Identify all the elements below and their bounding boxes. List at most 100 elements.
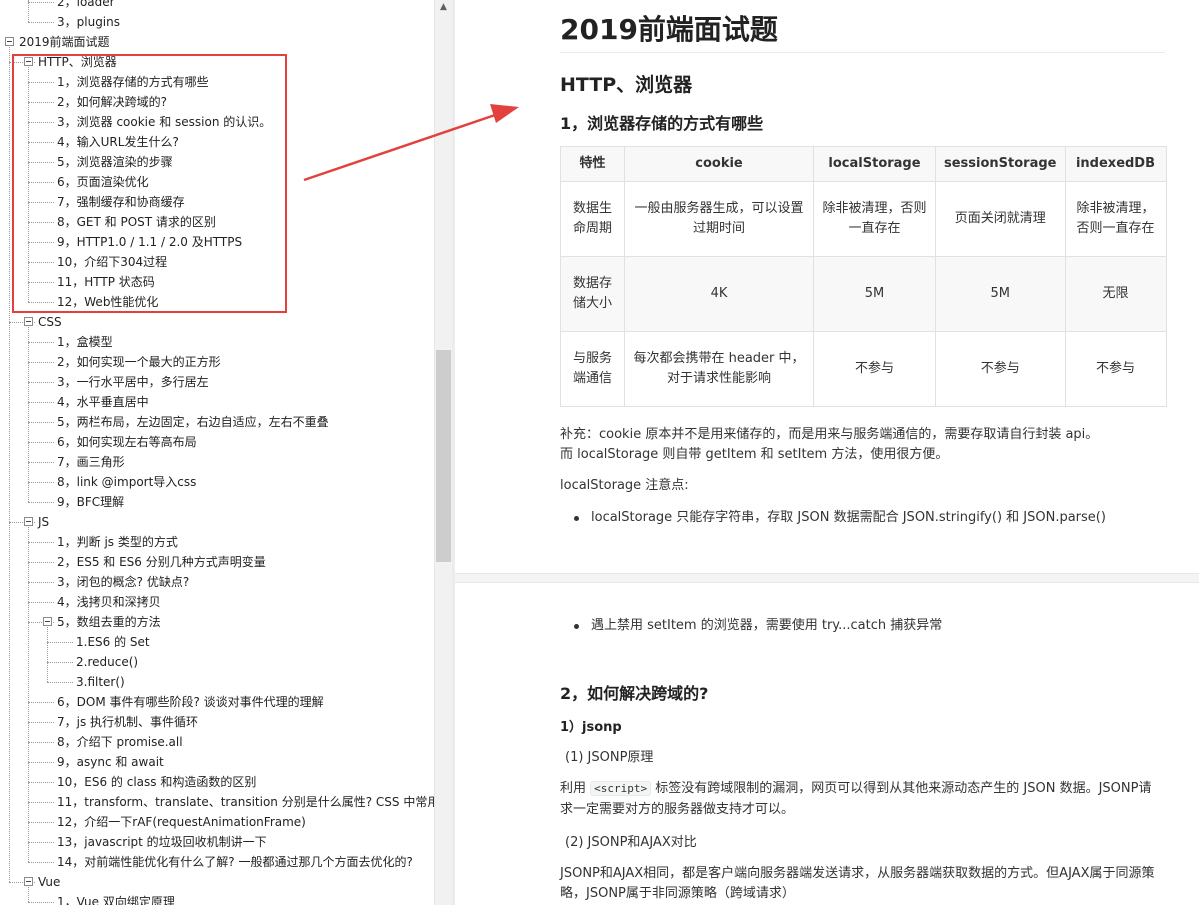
- outline-item[interactable]: 7，画三角形: [0, 452, 434, 472]
- page-break: [455, 573, 1199, 583]
- scrollbar-thumb[interactable]: [436, 350, 451, 562]
- outline-item[interactable]: 14，对前端性能优化有什么了解? 一般都通过那几个方面去优化的?: [0, 852, 434, 872]
- tree-connector: [28, 722, 54, 723]
- tree-connector: [28, 482, 54, 483]
- outline-item[interactable]: 3，plugins: [0, 12, 434, 32]
- outline-item[interactable]: 5，数组去重的方法: [0, 612, 434, 632]
- outline-item-label: 6，如何实现左右等高布局: [57, 435, 197, 449]
- collapse-toggle-icon[interactable]: [5, 37, 14, 46]
- outline-item-label: 4，水平垂直居中: [57, 395, 149, 409]
- outline-item[interactable]: 1，判断 js 类型的方式: [0, 532, 434, 552]
- tree-connector: [47, 642, 73, 643]
- table-header-cell: sessionStorage: [935, 146, 1066, 182]
- outline-item-label: 8，介绍下 promise.all: [57, 735, 183, 749]
- outline-item[interactable]: 5，两栏布局，左边固定，右边自适应，左右不重叠: [0, 412, 434, 432]
- outline-item[interactable]: 8，link @import导入css: [0, 472, 434, 492]
- tree-connector: [47, 662, 73, 663]
- tree-connector: [28, 822, 54, 823]
- outline-item-label: 9，async 和 await: [57, 755, 164, 769]
- list-item: 遇上禁用 setItem 的浏览器，需要使用 try...catch 捕获异常: [573, 616, 942, 636]
- outline-item-label: 1，盒模型: [57, 335, 113, 349]
- outline-item[interactable]: 2，loader: [0, 0, 434, 12]
- table-row: 数据存储大小 4K 5M 5M 无限: [560, 256, 1167, 332]
- table-header-cell: localStorage: [813, 146, 936, 182]
- outline-item[interactable]: 1，Vue 双向绑定原理: [0, 892, 434, 905]
- outline-item-label: 1，判断 js 类型的方式: [57, 535, 178, 549]
- outline-item-label: 1，Vue 双向绑定原理: [57, 895, 175, 905]
- outline-item[interactable]: 8，介绍下 promise.all: [0, 732, 434, 752]
- outline-item[interactable]: 7，js 执行机制、事件循环: [0, 712, 434, 732]
- table-row: 数据生命周期 一般由服务器生成，可以设置过期时间 除非被清理，否则一直存在 页面…: [560, 181, 1167, 257]
- outline-item[interactable]: 4，水平垂直居中: [0, 392, 434, 412]
- outline-item-label: 13，javascript 的垃圾回收机制讲一下: [57, 835, 267, 849]
- outline-item-label: 3.filter(): [76, 675, 125, 689]
- table-cell: 无限: [1064, 256, 1167, 332]
- outline-item-label: 1.ES6 的 Set: [76, 635, 150, 649]
- tree-connector: [28, 2, 54, 3]
- tree-connector: [28, 442, 54, 443]
- outline-item-label: 9，BFC理解: [57, 495, 125, 509]
- note-line-2: 而 localStorage 则自带 getItem 和 setItem 方法，…: [560, 447, 949, 462]
- outline-item[interactable]: 4，浅拷贝和深拷贝: [0, 592, 434, 612]
- outline-item[interactable]: 3.filter(): [0, 672, 434, 692]
- table-cell: 与服务端通信: [560, 331, 625, 407]
- list-item: localStorage 只能存字符串，存取 JSON 数据需配合 JSON.s…: [574, 508, 1106, 528]
- tree-connector: [28, 762, 54, 763]
- outline-item-label: 11，transform、translate、transition 分别是什么属…: [57, 795, 434, 809]
- outline-item-label: CSS: [38, 315, 62, 329]
- outline-item[interactable]: 2，ES5 和 ES6 分别几种方式声明变量: [0, 552, 434, 572]
- table-header-cell: 特性: [560, 146, 625, 182]
- outline-item-label: 12，介绍一下rAF(requestAnimationFrame): [57, 815, 306, 829]
- collapse-toggle-icon[interactable]: [24, 877, 33, 886]
- outline-item[interactable]: 2，如何实现一个最大的正方形: [0, 352, 434, 372]
- outline-item[interactable]: JS: [0, 512, 434, 532]
- outline-item[interactable]: 2019前端面试题: [0, 32, 434, 52]
- collapse-toggle-icon[interactable]: [24, 317, 33, 326]
- outline-item[interactable]: 1.ES6 的 Set: [0, 632, 434, 652]
- localstorage-note: localStorage 注意点:: [560, 478, 689, 493]
- outline-item-label: 2，loader: [57, 0, 115, 9]
- outline-item[interactable]: 10，ES6 的 class 和构造函数的区别: [0, 772, 434, 792]
- jsonp-principle-label: (1) JSONP原理: [565, 750, 654, 765]
- tree-connector: [28, 702, 54, 703]
- table-cell: 页面关闭就清理: [935, 181, 1066, 257]
- table-cell: 除非被清理，否则一直存在: [813, 181, 936, 257]
- outline-item[interactable]: CSS: [0, 312, 434, 332]
- tree-connector: [28, 602, 54, 603]
- outline-scrollbar[interactable]: ▲: [434, 0, 452, 905]
- outline-item[interactable]: Vue: [0, 872, 434, 892]
- paragraph: 略，JSONP属于非同源策略（跨域请求）: [560, 886, 795, 901]
- outline-item[interactable]: 3，一行水平居中，多行居左: [0, 372, 434, 392]
- outline-item-label: 10，ES6 的 class 和构造函数的区别: [57, 775, 257, 789]
- outline-item[interactable]: 6，DOM 事件有哪些阶段? 谈谈对事件代理的理解: [0, 692, 434, 712]
- outline-item[interactable]: 3，闭包的概念? 优缺点?: [0, 572, 434, 592]
- table-row: 与服务端通信 每次都会携带在 header 中，对于请求性能影响 不参与 不参与…: [560, 331, 1167, 407]
- note-line-1: 补充：cookie 原本并不是用来储存的，而是用来与服务端通信的，需要存取请自行…: [560, 427, 1099, 442]
- outline-item-label: 5，数组去重的方法: [57, 615, 161, 629]
- inline-code: <script>: [590, 781, 652, 796]
- doc-title: 2019前端面试题: [560, 13, 778, 46]
- outline-item[interactable]: 9，BFC理解: [0, 492, 434, 512]
- outline-item[interactable]: 2.reduce(): [0, 652, 434, 672]
- outline-item[interactable]: 6，如何实现左右等高布局: [0, 432, 434, 452]
- paragraph: JSONP和AJAX相同，都是客户端向服务器端发送请求，从服务器端获取数据的方式…: [560, 866, 1155, 881]
- outline-item[interactable]: 11，transform、translate、transition 分别是什么属…: [0, 792, 434, 812]
- q1-heading: 1，浏览器存储的方式有哪些: [560, 114, 764, 133]
- collapse-toggle-icon[interactable]: [24, 517, 33, 526]
- outline-item[interactable]: 9，async 和 await: [0, 752, 434, 772]
- outline-item[interactable]: 1，盒模型: [0, 332, 434, 352]
- table-cell: 4K: [624, 256, 814, 332]
- table-cell: 不参与: [1064, 331, 1167, 407]
- outline-item[interactable]: 13，javascript 的垃圾回收机制讲一下: [0, 832, 434, 852]
- outline-item[interactable]: 12，介绍一下rAF(requestAnimationFrame): [0, 812, 434, 832]
- tree-connector: [28, 842, 54, 843]
- outline-item-label: 2，如何实现一个最大的正方形: [57, 355, 221, 369]
- paragraph-text: 标签没有跨域限制的漏洞，网页可以得到从其他来源动态产生的 JSON 数据。JSO…: [655, 781, 1152, 796]
- collapse-toggle-icon[interactable]: [43, 617, 52, 626]
- jsonp-ajax-label: (2) JSONP和AJAX对比: [565, 835, 697, 850]
- paragraph-text: 利用: [560, 781, 587, 796]
- scroll-up-icon[interactable]: ▲: [435, 0, 452, 14]
- table-header-row: 特性 cookie localStorage sessionStorage in…: [560, 146, 1167, 182]
- tree-connector: [28, 402, 54, 403]
- tree-connector: [28, 362, 54, 363]
